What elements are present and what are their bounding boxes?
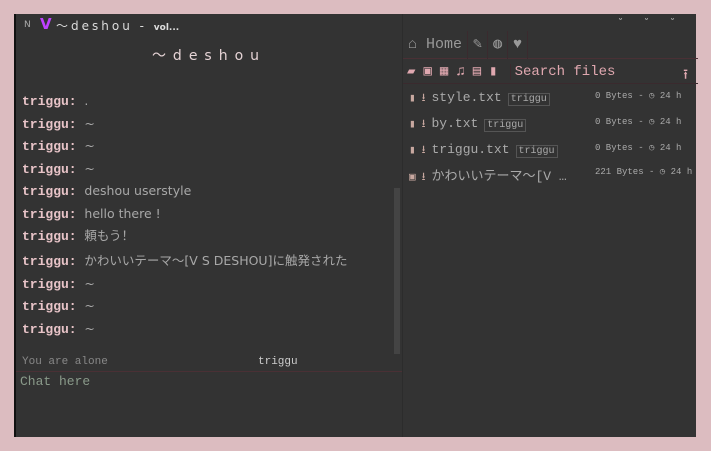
message-text: . bbox=[84, 93, 89, 108]
window-title: ～deshou - vol... bbox=[56, 17, 179, 34]
file-icon: ▮ bbox=[409, 145, 416, 157]
message-text: 頼もう！ bbox=[84, 228, 135, 243]
status-bar: You are alone triggu bbox=[22, 356, 394, 368]
app-window: N V ～deshou - vol... ˘ ˘ ˘ ～deshou trigg… bbox=[14, 14, 698, 437]
file-icon: ▮ bbox=[409, 119, 416, 131]
message-user[interactable]: triggu: bbox=[22, 277, 77, 292]
file-row[interactable]: ▮ ⭳ triggu.txt triggu 0 Bytes - ◷ 24 h bbox=[409, 141, 699, 161]
chat-message: triggu: ~ bbox=[22, 113, 394, 136]
file-meta: 0 Bytes - ◷ 24 h bbox=[595, 143, 682, 153]
download-icon[interactable]: ⭳ bbox=[422, 119, 426, 131]
file-name[interactable]: style.txt bbox=[431, 90, 501, 105]
chat-message: triggu: . bbox=[22, 90, 394, 113]
book-icon[interactable]: ▰ bbox=[403, 63, 419, 80]
logo: V bbox=[40, 15, 52, 33]
file-owner-tag: triggu bbox=[515, 145, 558, 158]
scrollbar[interactable] bbox=[394, 188, 400, 354]
room-title: ～deshou bbox=[151, 48, 267, 64]
message-user[interactable]: triggu: bbox=[22, 322, 77, 337]
file-icon: ▮ bbox=[409, 93, 416, 105]
message-user[interactable]: triggu: bbox=[22, 94, 77, 109]
divider bbox=[16, 371, 402, 372]
message-user[interactable]: triggu: bbox=[22, 139, 77, 154]
message-text: deshou userstyle bbox=[84, 183, 192, 198]
chat-message: triggu: ~ bbox=[22, 135, 394, 158]
upload-icon[interactable]: ⭱ bbox=[679, 64, 692, 88]
message-user[interactable]: triggu: bbox=[22, 299, 77, 314]
document-icon[interactable]: ▮ bbox=[485, 63, 501, 80]
file-meta: 0 Bytes - ◷ 24 h bbox=[595, 91, 682, 101]
mode-indicator: N bbox=[24, 20, 31, 30]
music-icon[interactable]: ♫ bbox=[452, 64, 468, 80]
file-name[interactable]: かわいいテーマ～[V … bbox=[431, 169, 566, 184]
download-icon[interactable]: ⭳ bbox=[422, 172, 426, 184]
title-text: ～deshou - bbox=[56, 19, 154, 33]
message-text: ~ bbox=[84, 275, 95, 291]
file-name[interactable]: triggu.txt bbox=[431, 142, 509, 157]
film-icon[interactable]: ▦ bbox=[436, 63, 452, 80]
message-text: ~ bbox=[84, 160, 95, 176]
message-text: かわいいテーマ～[V S DESHOU]に触発された bbox=[84, 252, 348, 268]
file-row[interactable]: ▮ ⭳ by.txt triggu 0 Bytes - ◷ 24 h bbox=[409, 115, 699, 135]
message-text: hello there ! bbox=[84, 205, 161, 221]
file-name[interactable]: by.txt bbox=[431, 116, 478, 131]
chat-message: triggu: deshou userstyle bbox=[22, 180, 394, 203]
message-text: ~ bbox=[84, 298, 95, 313]
edit-icon[interactable]: ✎ bbox=[468, 30, 489, 59]
message-text: ~ bbox=[84, 138, 95, 153]
file-meta: 0 Bytes - ◷ 24 h bbox=[595, 117, 682, 127]
message-text: ~ bbox=[84, 115, 95, 131]
download-icon[interactable]: ⭳ bbox=[422, 145, 426, 157]
title-suffix: vol... bbox=[153, 23, 180, 33]
message-user[interactable]: triggu: bbox=[22, 162, 77, 177]
globe-icon[interactable]: ◍ bbox=[488, 30, 509, 59]
status-text: You are alone bbox=[22, 356, 108, 368]
nav-bar: ⌂ Home ✎ ◍ ♥ bbox=[403, 30, 698, 59]
message-user[interactable]: triggu: bbox=[22, 229, 77, 244]
chat-message: triggu: hello there ! bbox=[22, 203, 394, 226]
file-panel: ⌂ Home ✎ ◍ ♥ ▰ ▣ ▦ ♫ ▤ ▮ Search files ⭱ … bbox=[402, 14, 698, 437]
file-meta: 221 Bytes - ◷ 24 h bbox=[595, 167, 693, 177]
message-user[interactable]: triggu: bbox=[22, 254, 77, 269]
chat-message: triggu: ~ bbox=[22, 158, 394, 181]
home-button[interactable]: ⌂ Home bbox=[403, 30, 469, 59]
message-text: ~ bbox=[84, 320, 95, 336]
user-list[interactable]: triggu bbox=[258, 356, 298, 368]
chat-message: triggu: かわいいテーマ～[V S DESHOU]に触発された bbox=[22, 252, 394, 270]
chat-message: triggu: ~ bbox=[22, 273, 394, 296]
home-icon: ⌂ bbox=[408, 35, 418, 53]
chat-message: triggu: ~ bbox=[22, 295, 394, 318]
file-owner-tag: triggu bbox=[507, 93, 550, 106]
filter-bar: ▰ ▣ ▦ ♫ ▤ ▮ Search files ⭱ bbox=[403, 60, 698, 84]
heart-icon[interactable]: ♥ bbox=[508, 30, 529, 59]
file-owner-tag: triggu bbox=[484, 119, 527, 132]
message-user[interactable]: triggu: bbox=[22, 184, 77, 199]
message-list: triggu: . triggu: ~ triggu: ~ triggu: ~ trig… bbox=[22, 90, 394, 340]
archive-icon[interactable]: ▤ bbox=[469, 63, 485, 80]
file-row[interactable]: ▣ ⭳ かわいいテーマ～[V … 221 Bytes - ◷ 24 h bbox=[409, 165, 699, 185]
message-user[interactable]: triggu: bbox=[22, 117, 77, 132]
home-label: Home bbox=[426, 35, 463, 53]
chat-input[interactable]: Chat here bbox=[20, 374, 90, 389]
image-icon: ▣ bbox=[409, 172, 416, 184]
search-files-input[interactable]: Search files bbox=[509, 63, 620, 80]
message-user[interactable]: triggu: bbox=[22, 207, 77, 222]
chat-message: triggu: 頼もう！ bbox=[22, 225, 394, 248]
image-icon[interactable]: ▣ bbox=[419, 63, 435, 80]
download-icon[interactable]: ⭳ bbox=[422, 93, 426, 105]
file-row[interactable]: ▮ ⭳ style.txt triggu 0 Bytes - ◷ 24 h bbox=[409, 89, 699, 109]
chat-message: triggu: ~ bbox=[22, 318, 394, 341]
